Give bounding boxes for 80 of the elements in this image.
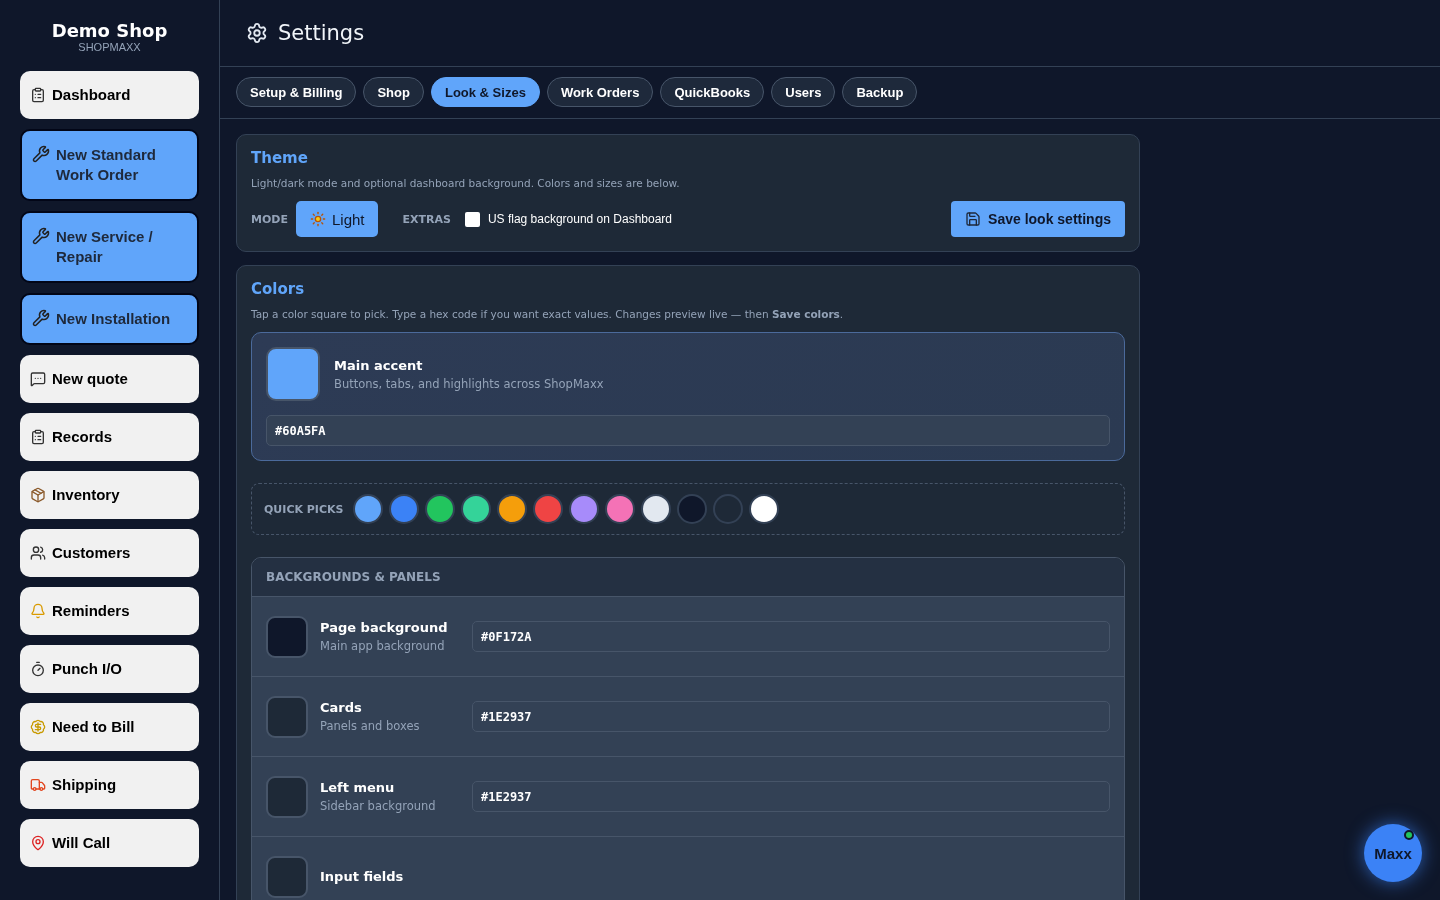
settings-tab[interactable]: Work Orders: [546, 77, 654, 107]
sun-icon: [309, 211, 326, 227]
color-description: Buttons, tabs, and highlights across ShopMaxx: [334, 376, 604, 391]
page-title: Settings: [278, 21, 365, 45]
sidebar-item[interactable]: Will Call: [20, 819, 199, 867]
stopwatch-icon: [30, 661, 46, 677]
color-swatch[interactable]: [266, 615, 308, 658]
field-label: EXTRAS: [402, 212, 451, 226]
sidebar-item[interactable]: Records: [20, 413, 199, 461]
settings-tab[interactable]: QuickBooks: [660, 77, 765, 107]
color-dot[interactable]: [677, 494, 708, 524]
assistant-button[interactable]: Maxx: [1364, 824, 1422, 882]
settings-tab[interactable]: Look & Sizes: [430, 77, 540, 107]
panel-heading: BACKGROUNDS & PANELS: [252, 558, 1124, 597]
people-icon: [30, 545, 46, 561]
field-label: MODE: [251, 212, 288, 226]
hex-input-field[interactable]: #60A5FA: [266, 415, 1110, 446]
color-dot[interactable]: [749, 494, 780, 524]
color-dot[interactable]: [605, 494, 636, 524]
color-dot[interactable]: [425, 494, 456, 524]
checkbox[interactable]: [464, 211, 480, 227]
color-description: Sidebar background: [320, 799, 437, 813]
color-name: Left menu: [320, 780, 396, 795]
new-order-button[interactable]: New Service / Repair: [20, 211, 199, 283]
color-dot[interactable]: [713, 494, 744, 524]
sidebar-item[interactable]: Reminders: [20, 587, 199, 635]
color-dot[interactable]: [641, 494, 672, 524]
save-button[interactable]: Save look settings: [951, 201, 1125, 237]
clipboard-icon: [30, 87, 46, 103]
color-swatch[interactable]: [266, 775, 308, 818]
sidebar-item[interactable]: Inventory: [20, 471, 199, 519]
field-label: QUICK PICKS: [264, 502, 344, 516]
new-order-button[interactable]: New Installation: [20, 293, 199, 345]
color-description: Main app background: [320, 639, 446, 653]
pin-icon: [30, 835, 46, 851]
color-description: Panels and boxes: [320, 719, 421, 733]
color-swatch[interactable]: [266, 347, 320, 401]
settings-tab[interactable]: Users: [771, 77, 836, 107]
color-dot[interactable]: [533, 494, 564, 524]
color-swatch[interactable]: [266, 855, 308, 898]
hex-input-field[interactable]: #1E2937: [472, 781, 1110, 812]
card-title: Theme: [251, 149, 309, 167]
settings-tab[interactable]: Backup: [842, 77, 918, 107]
card-description: Light/dark mode and optional dashboard background. Colors and sizes are below.: [251, 177, 681, 189]
sidebar-item[interactable]: Need to Bill: [20, 703, 199, 751]
clipboard-icon: [30, 429, 46, 445]
wrench-icon: [32, 309, 50, 327]
hex-input-field[interactable]: #1E2937: [472, 701, 1110, 732]
brand-name: SHOPMAXX: [78, 41, 141, 53]
color-swatch[interactable]: [266, 695, 308, 738]
color-dot[interactable]: [461, 494, 492, 524]
package-icon: [30, 487, 46, 503]
sidebar-item[interactable]: Customers: [20, 529, 199, 577]
card-title: Colors: [251, 280, 306, 298]
color-name: Page background: [320, 620, 449, 635]
color-name: Input fields: [320, 869, 405, 884]
chat-bubble-icon: [30, 371, 46, 387]
settings-tab[interactable]: Setup & Billing: [236, 77, 357, 107]
checkbox-label: US flag background on Dashboard: [487, 212, 672, 226]
sidebar-item[interactable]: Shipping: [20, 761, 199, 809]
truck-icon: [30, 777, 46, 793]
mode-button[interactable]: Light: [295, 201, 379, 237]
color-name: Main accent: [334, 357, 424, 373]
sidebar-item[interactable]: New quote: [20, 355, 199, 403]
new-order-button[interactable]: New Standard Work Order: [20, 129, 199, 201]
shop-name: Demo Shop: [51, 20, 168, 41]
color-dot[interactable]: [569, 494, 600, 524]
settings-tab[interactable]: Shop: [363, 77, 424, 107]
card-description: Tap a color square to pick. Type a hex code if you want exact values. Changes preview live — then Save colors.: [251, 308, 845, 320]
bell-icon: [30, 603, 46, 619]
settings-icon: [246, 22, 268, 44]
wrench-icon: [32, 145, 50, 163]
sidebar-item[interactable]: Dashboard: [20, 71, 199, 119]
color-dot[interactable]: [389, 494, 420, 524]
color-name: Cards: [320, 700, 363, 715]
color-dot[interactable]: [353, 494, 384, 524]
sidebar-item[interactable]: Punch I/O: [20, 645, 199, 693]
wrench-icon: [32, 227, 50, 245]
hex-input-field[interactable]: #0F172A: [472, 621, 1110, 652]
color-dot[interactable]: [497, 494, 528, 524]
